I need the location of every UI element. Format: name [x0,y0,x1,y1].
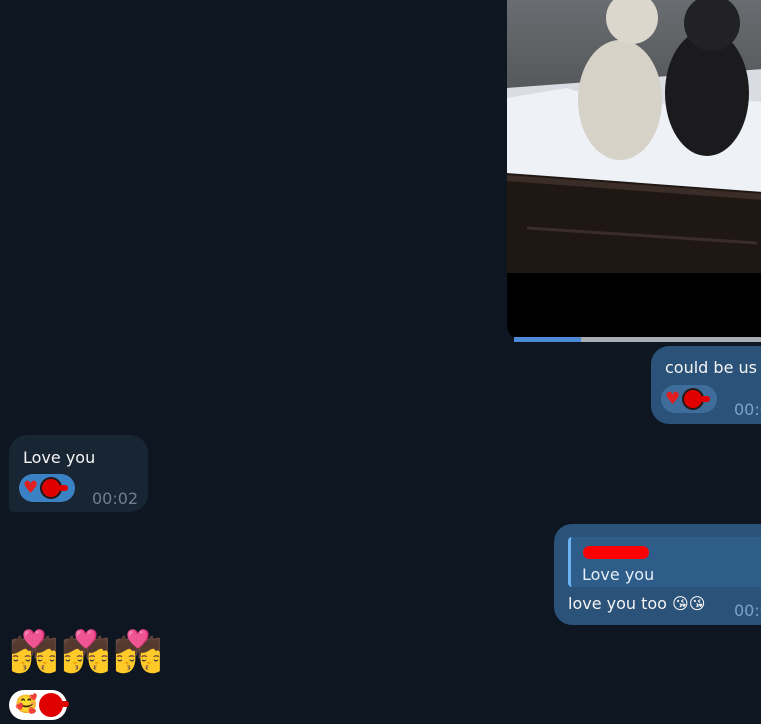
reactor-avatar [39,693,70,717]
video-progress-bar[interactable] [514,337,761,342]
couple-kiss-emoji: 💏 [61,629,111,675]
message-bubble-incoming[interactable]: Love you ♥ 00:02 [9,435,148,512]
message-time: 00:02 [92,489,139,508]
video-progress-fill [514,337,581,342]
reply-quote-text: Love you [582,565,655,584]
reaction-pill[interactable]: ♥ [19,474,75,502]
message-text: love you too 😘😘 [568,594,706,613]
message-time: 00:0 [734,601,761,620]
redacted-sender-name [583,546,649,559]
reply-quote[interactable]: Love you [568,537,761,587]
reactor-avatar [40,477,69,499]
message-text: Love you [23,448,96,467]
couple-kiss-emoji: 💏 [113,629,163,675]
reaction-pill[interactable]: ♥ [661,385,717,413]
heart-icon: ♥ [23,477,39,498]
message-bubble-outgoing[interactable]: could be us ♥ 00:0 [651,346,761,424]
reaction-pill[interactable]: 🥰 [9,690,70,720]
video-frame [507,0,761,341]
heart-icon: ♥ [665,388,681,409]
reactor-avatar [682,388,711,410]
message-text: could be us [665,358,757,377]
couple-kiss-emoji: 💏 [9,629,59,675]
smiling-face-with-hearts-icon: 🥰 [15,694,38,715]
video-message[interactable] [507,0,761,341]
message-time: 00:0 [734,400,761,419]
